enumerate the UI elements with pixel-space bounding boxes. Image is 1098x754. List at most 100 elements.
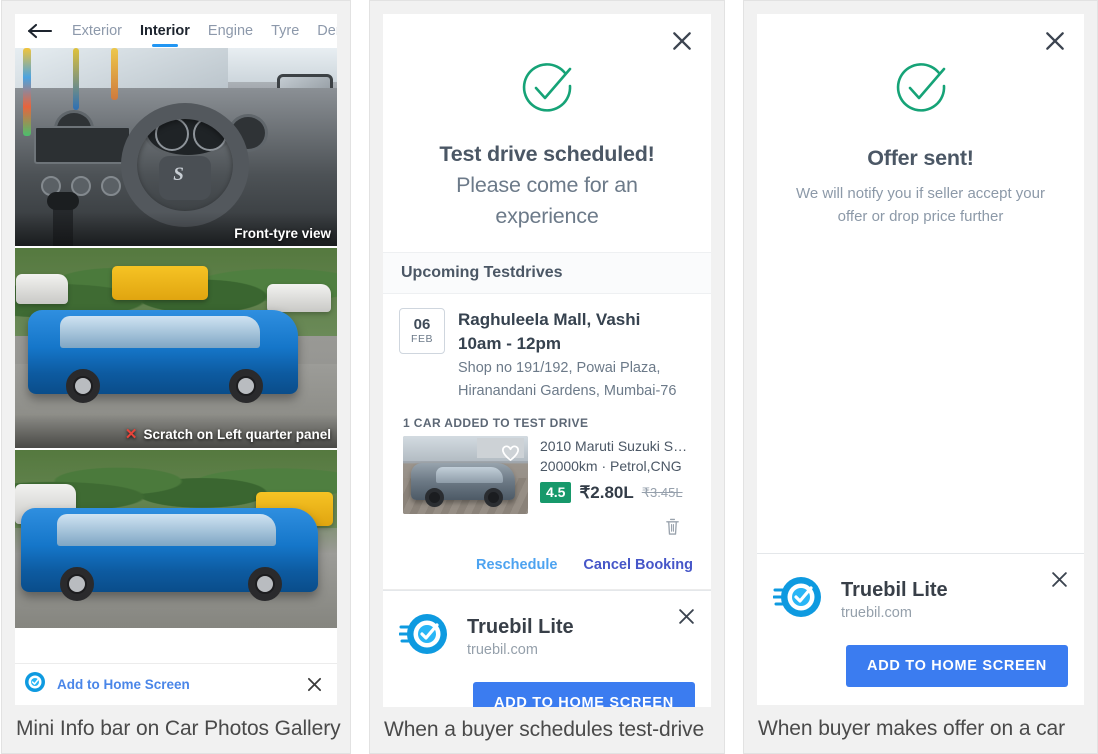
panel-caption-gallery: Mini Info bar on Car Photos Gallery [2,705,350,753]
offer-spacer [757,228,1084,553]
close-icon[interactable] [1042,28,1068,54]
panel-gallery: Exterior Interior Engine Tyre Den [1,0,351,754]
close-icon[interactable] [303,674,325,696]
car-price: ₹2.80L [579,482,634,502]
tab-dent[interactable]: Den [308,14,337,48]
suzuki-logo-icon: S [173,164,184,185]
car-old-price: ₹3.45L [641,484,683,500]
add-to-home-screen-button[interactable]: ADD TO HOME SCREEN [846,645,1068,687]
panel-caption-testdrive: When a buyer schedules test-drive [370,707,724,753]
tab-interior[interactable]: Interior [131,14,199,48]
testdrive-entry[interactable]: 06 FEB Raghuleela Mall, Vashi 10am - 12p… [383,294,711,402]
photo-yellow-bus [111,266,209,300]
testdrive-details: Raghuleela Mall, Vashi 10am - 12pm Shop … [458,308,695,402]
photo-car-windows [60,316,261,348]
testdrive-modal: Test drive scheduled! Please come for an… [383,14,711,708]
add-to-home-screen-button[interactable]: ADD TO HOME SCREEN [473,682,695,708]
photo-car-windows [56,514,277,546]
testdrive-venue: Raghuleela Mall, Vashi [458,310,641,329]
testdrive-actions: Reschedule Cancel Booking [383,541,711,590]
photo-caption-text: Scratch on Left quarter panel [143,426,331,442]
gallery-photo-interior[interactable]: S Front-tyre view [15,48,337,248]
back-arrow-icon[interactable] [25,20,55,42]
testdrive-month: FEB [411,333,433,345]
upcoming-testdrives-heading: Upcoming Testdrives [383,252,711,294]
offer-modal: Offer sent! We will notify you if seller… [757,14,1084,705]
car-specs: 20000km · Petrol,CNG [540,458,682,474]
photo-blue-car [21,508,318,601]
a2hs-text: Truebil Lite truebil.com [467,614,574,660]
tab-interior-label: Interior [139,23,190,39]
testdrive-date-chip: 06 FEB [399,308,445,354]
tab-tyre[interactable]: Tyre [262,14,308,48]
trash-icon[interactable] [664,517,681,541]
tab-exterior-label: Exterior [72,23,122,39]
car-delete-row [383,514,711,541]
offer-headline-bold: Offer sent! [867,146,974,170]
green-check-circle-icon [516,58,578,125]
app-url: truebil.com [467,641,538,658]
testdrive-day: 06 [413,316,431,333]
testdrive-time: 10am - 12pm [458,334,561,353]
offer-sub-line2: offer or drop price further [837,208,1004,225]
truebil-logo-icon [24,671,46,698]
cross-mark-icon: ✕ [124,426,138,443]
add-to-home-mini-bar[interactable]: Add to Home Screen [15,663,337,705]
tab-exterior[interactable]: Exterior [63,14,131,48]
close-icon[interactable] [675,605,697,627]
testdrive-headline: Test drive scheduled! Please come for an… [383,125,711,232]
panel-offer: Offer sent! We will notify you if seller… [743,0,1098,754]
cancel-booking-button[interactable]: Cancel Booking [583,557,693,573]
testdrive-headline-rest: Please come for an experience [456,173,638,228]
photo-stereo [34,126,131,164]
thumb-rear-wheel [483,488,503,507]
close-icon[interactable] [1048,568,1070,590]
photo-hanging-2 [73,48,79,110]
rating-badge: 4.5 [540,482,572,503]
close-icon[interactable] [669,28,695,54]
testdrive-car-card[interactable]: 2010 Maruti Suzuki Swift XLI... 20000km … [383,436,711,514]
thumb-car-windows [435,467,503,483]
thumb-car-body [411,463,515,507]
gallery-phone-frame: Exterior Interior Engine Tyre Den [15,14,337,705]
green-check-circle-icon [890,58,952,125]
car-meta: 2010 Maruti Suzuki Swift XLI... 20000km … [528,436,695,514]
gallery-photo-scratch[interactable]: ✕ Scratch on Left quarter panel [15,248,337,450]
truebil-logo-icon [398,607,453,666]
offer-headline: Offer sent! [757,125,1084,174]
app-name: Truebil Lite [467,615,574,638]
panel-testdrive: Test drive scheduled! Please come for an… [369,0,725,754]
thumb-front-wheel [424,488,444,507]
testdrive-address-line1: Shop no 191/192, Powai Plaza, [458,360,661,376]
heart-outline-icon[interactable] [500,442,521,463]
car-title: 2010 Maruti Suzuki Swift XLI... [540,438,695,454]
add-to-home-banner: Truebil Lite truebil.com ADD TO HOME SCR… [757,553,1084,705]
screenshot-root: Exterior Interior Engine Tyre Den [0,0,1098,754]
photo-blue-car [27,310,299,403]
photo-rear-wheel [229,369,264,403]
photo-caption: Front-tyre view [234,226,331,241]
photo-white-van [16,274,68,304]
gallery-photo-side[interactable] [15,450,337,628]
testdrive-headline-bold: Test drive scheduled! [439,142,655,166]
car-thumbnail[interactable] [403,436,528,514]
success-tick-wrap [383,14,711,125]
a2hs-text: Truebil Lite truebil.com [841,577,948,623]
tab-engine-label: Engine [207,23,254,39]
add-to-home-label: Add to Home Screen [57,677,190,692]
gallery-spacer [15,628,337,663]
cars-added-heading: 1 CAR ADDED TO TEST DRIVE [383,402,711,436]
testdrive-address-line2: Hiranandani Gardens, Mumbai-76 [458,383,677,399]
truebil-logo-icon [772,570,827,629]
a2hs-header: Truebil Lite truebil.com [772,570,1068,629]
reschedule-button[interactable]: Reschedule [476,557,557,573]
testdrive-sheet-head: Test drive scheduled! Please come for an… [383,14,711,232]
tab-engine[interactable]: Engine [199,14,262,48]
photo-rear-wheel [248,567,283,601]
app-name: Truebil Lite [841,578,948,601]
tab-tyre-label: Tyre [271,23,300,39]
add-to-home-banner: Truebil Lite truebil.com ADD TO HOME SCR… [383,590,711,708]
a2hs-header: Truebil Lite truebil.com [398,607,695,666]
offer-sheet-head: Offer sent! We will notify you if seller… [757,14,1084,228]
photo-hanging-1 [23,48,31,136]
